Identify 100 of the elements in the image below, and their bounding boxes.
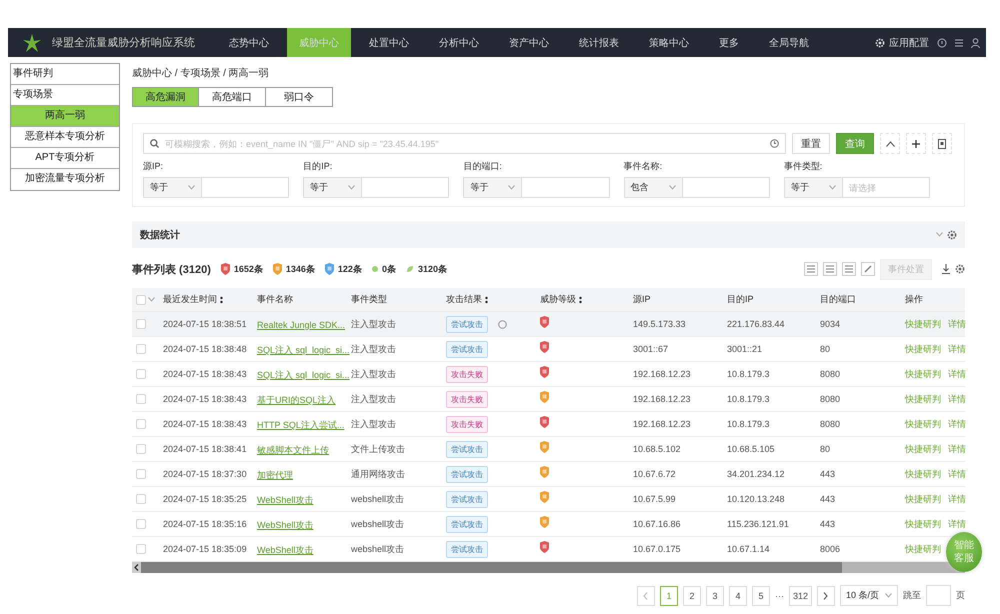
- row-checkbox[interactable]: [136, 419, 146, 429]
- logo-icon: [22, 32, 42, 52]
- chevron-down-icon: [828, 185, 836, 190]
- column-header: 事件类型: [351, 293, 388, 306]
- nav-tab[interactable]: 态势中心: [217, 28, 281, 57]
- select-all-checkbox[interactable]: [136, 294, 146, 304]
- row-checkbox[interactable]: [136, 394, 146, 404]
- column-header: 操作: [905, 293, 924, 306]
- column-icon[interactable]: [842, 262, 856, 276]
- result-tag: 尝试攻击: [446, 316, 488, 332]
- result-tag: 尝试攻击: [446, 466, 488, 482]
- row-checkbox[interactable]: [136, 494, 146, 504]
- row-checkbox[interactable]: [136, 469, 146, 479]
- filter-field[interactable]: 等于: [463, 177, 610, 198]
- page-button[interactable]: 312: [788, 586, 812, 606]
- jump-label: 跳至: [903, 589, 921, 602]
- info-icon[interactable]: [937, 38, 947, 48]
- operator-select[interactable]: 等于: [144, 178, 202, 197]
- row-checkbox[interactable]: [136, 344, 146, 354]
- scroll-left-icon[interactable]: [134, 564, 139, 571]
- jump-input[interactable]: [926, 585, 951, 606]
- filter-label: 事件类型:: [784, 160, 824, 173]
- search-field[interactable]: 可模糊搜索，例如：event_name IN "僵尸" AND sip = "23.45.44.195": [143, 133, 786, 154]
- clock-icon[interactable]: [770, 139, 779, 148]
- result-tag: 攻击失败: [446, 416, 488, 432]
- add-button[interactable]: [906, 133, 926, 154]
- column-header[interactable]: 威胁等级: [540, 293, 633, 306]
- row-checkbox[interactable]: [136, 519, 146, 529]
- source-ip-cell-text: 3001::67: [633, 344, 670, 354]
- reset-button[interactable]: 重置: [792, 133, 830, 154]
- download-icon[interactable]: [942, 264, 950, 274]
- page-size-select[interactable]: 10 条/页: [840, 585, 898, 606]
- filter-field[interactable]: 等于: [143, 177, 290, 198]
- sort-icon[interactable]: [220, 296, 223, 304]
- nav-tab[interactable]: 全局导航: [757, 28, 821, 57]
- type-cell-text: 注入型攻击: [351, 318, 397, 330]
- chevron-down-icon: [508, 185, 516, 190]
- row-checkbox[interactable]: [136, 319, 146, 329]
- page-button[interactable]: 3: [706, 586, 724, 606]
- column-header[interactable]: 攻击结果: [446, 293, 540, 306]
- destination-ip-cell-text: 3001::21: [727, 344, 764, 354]
- type-cell-text: 通用网络攻击: [351, 468, 406, 480]
- filter-field[interactable]: 包含: [624, 177, 770, 198]
- time-cell-text: 2024-07-15 18:35:16: [163, 519, 248, 529]
- nav-tab[interactable]: 分析中心: [427, 28, 491, 57]
- operator-select[interactable]: 包含: [624, 178, 683, 197]
- chevron-down-icon: [936, 232, 943, 237]
- plus-icon: [912, 140, 920, 148]
- page-button[interactable]: 2: [682, 586, 701, 606]
- result-tag: 尝试攻击: [446, 490, 488, 508]
- column-icon[interactable]: [804, 262, 818, 276]
- filter-field[interactable]: 等于: [303, 177, 450, 198]
- sort-icon[interactable]: [485, 296, 488, 304]
- row-checkbox[interactable]: [136, 369, 146, 379]
- nav-tab[interactable]: 资产中心: [497, 28, 561, 57]
- settings-icon[interactable]: [955, 264, 965, 274]
- page-button[interactable]: 4: [728, 586, 747, 606]
- source-ip-cell-text: 10.67.6.72: [633, 469, 677, 479]
- column-icon[interactable]: [823, 262, 837, 276]
- operator-select[interactable]: 等于: [784, 178, 843, 197]
- source-ip-cell-text: 192.168.12.23: [633, 419, 692, 429]
- destination-ip-cell-text: 10.8.179.3: [727, 369, 771, 379]
- next-page-button[interactable]: [816, 586, 835, 606]
- operator-select[interactable]: 等于: [304, 178, 362, 197]
- row-checkbox[interactable]: [136, 444, 146, 454]
- result-tag: 尝试攻击: [446, 516, 488, 532]
- operator-select[interactable]: 等于: [464, 178, 522, 197]
- nav-tab[interactable]: 策略中心: [637, 28, 701, 57]
- save-button[interactable]: [932, 133, 952, 154]
- page-button[interactable]: 5: [752, 586, 770, 606]
- filter-label: 事件名称:: [624, 160, 664, 173]
- user-icon[interactable]: [971, 38, 980, 48]
- column-header[interactable]: 最近发生时间: [163, 293, 257, 306]
- filter-field[interactable]: 等于 请选择: [784, 177, 930, 198]
- tab[interactable]: 高危漏洞: [132, 87, 199, 107]
- circle-icon[interactable]: [498, 320, 507, 328]
- stats-panel-header[interactable]: 数据统计: [132, 221, 965, 248]
- sort-icon[interactable]: [579, 296, 582, 304]
- time-cell-text: 2024-07-15 18:38:43: [163, 419, 248, 429]
- nav-tab[interactable]: 统计报表: [567, 28, 631, 57]
- source-ip-cell-text: 192.168.12.23: [633, 369, 692, 379]
- chevron-down-icon: [668, 185, 676, 190]
- port-cell-text: 8080: [820, 394, 842, 404]
- nav-tab[interactable]: 处置中心: [357, 28, 421, 57]
- tab[interactable]: 高危端口: [199, 87, 266, 107]
- nav-tab[interactable]: 更多: [707, 28, 751, 57]
- settings-link[interactable]: 应用配置: [875, 36, 929, 50]
- collapse-button[interactable]: [880, 133, 900, 154]
- edit-icon[interactable]: [861, 262, 875, 276]
- column-header: 目的IP: [727, 293, 755, 306]
- sidebar-item[interactable]: 两高一弱: [11, 106, 119, 127]
- row-checkbox[interactable]: [136, 544, 146, 554]
- horizontal-scrollbar[interactable]: [132, 562, 965, 573]
- time-cell-text: 2024-07-15 18:38:51: [163, 319, 248, 329]
- destination-ip-cell-text: 10.67.1.14: [727, 544, 771, 554]
- settings-icon[interactable]: [947, 230, 957, 240]
- menu-icon[interactable]: [955, 38, 963, 46]
- port-cell-text: 9034: [820, 319, 842, 329]
- result-tag: 攻击失败: [446, 366, 488, 382]
- tab[interactable]: 弱口令: [266, 87, 333, 107]
